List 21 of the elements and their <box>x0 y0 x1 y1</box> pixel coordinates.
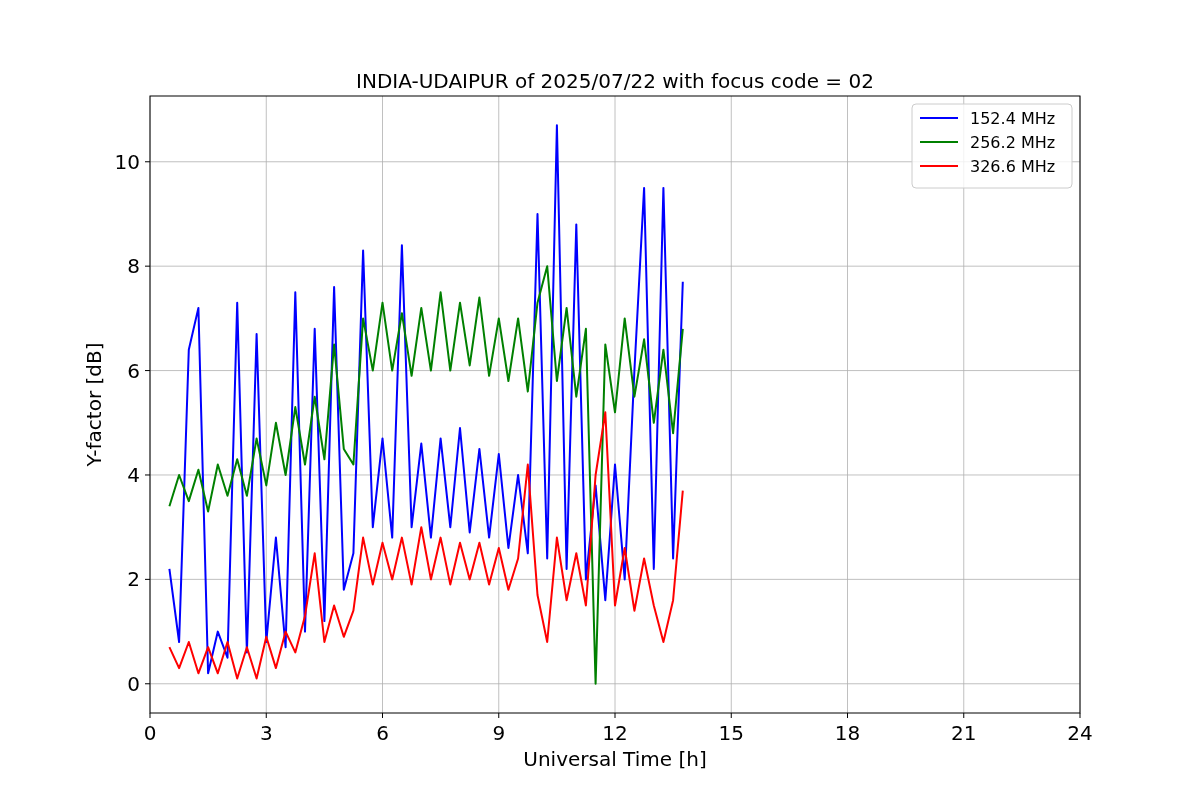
x-tick-label: 24 <box>1067 721 1093 745</box>
x-tick-label: 18 <box>834 721 861 745</box>
x-axis-label: Universal Time [h] <box>523 747 707 771</box>
legend-label: 326.6 MHz <box>970 157 1056 176</box>
x-tick-label: 15 <box>718 721 744 745</box>
y-axis-label: Y-factor [dB] <box>82 342 106 467</box>
y-tick-label: 10 <box>114 149 140 174</box>
x-tick-label: 3 <box>259 721 273 745</box>
y-tick-label: 4 <box>127 462 140 487</box>
y-tick-label: 8 <box>127 254 140 279</box>
x-tick-label: 6 <box>376 721 389 745</box>
x-tick-label: 12 <box>602 721 628 745</box>
legend-label: 152.4 MHz <box>970 109 1056 128</box>
y-tick-label: 0 <box>127 671 140 696</box>
legend-label: 256.2 MHz <box>970 133 1056 152</box>
x-tick-label: 0 <box>143 721 157 745</box>
x-tick-label: 21 <box>951 721 977 745</box>
y-tick-label: 2 <box>127 567 140 592</box>
y-tick-label: 6 <box>127 358 140 383</box>
x-tick-label: 9 <box>492 721 506 745</box>
chart-title: INDIA-UDAIPUR of 2025/07/22 with focus code = 02 <box>356 69 874 93</box>
